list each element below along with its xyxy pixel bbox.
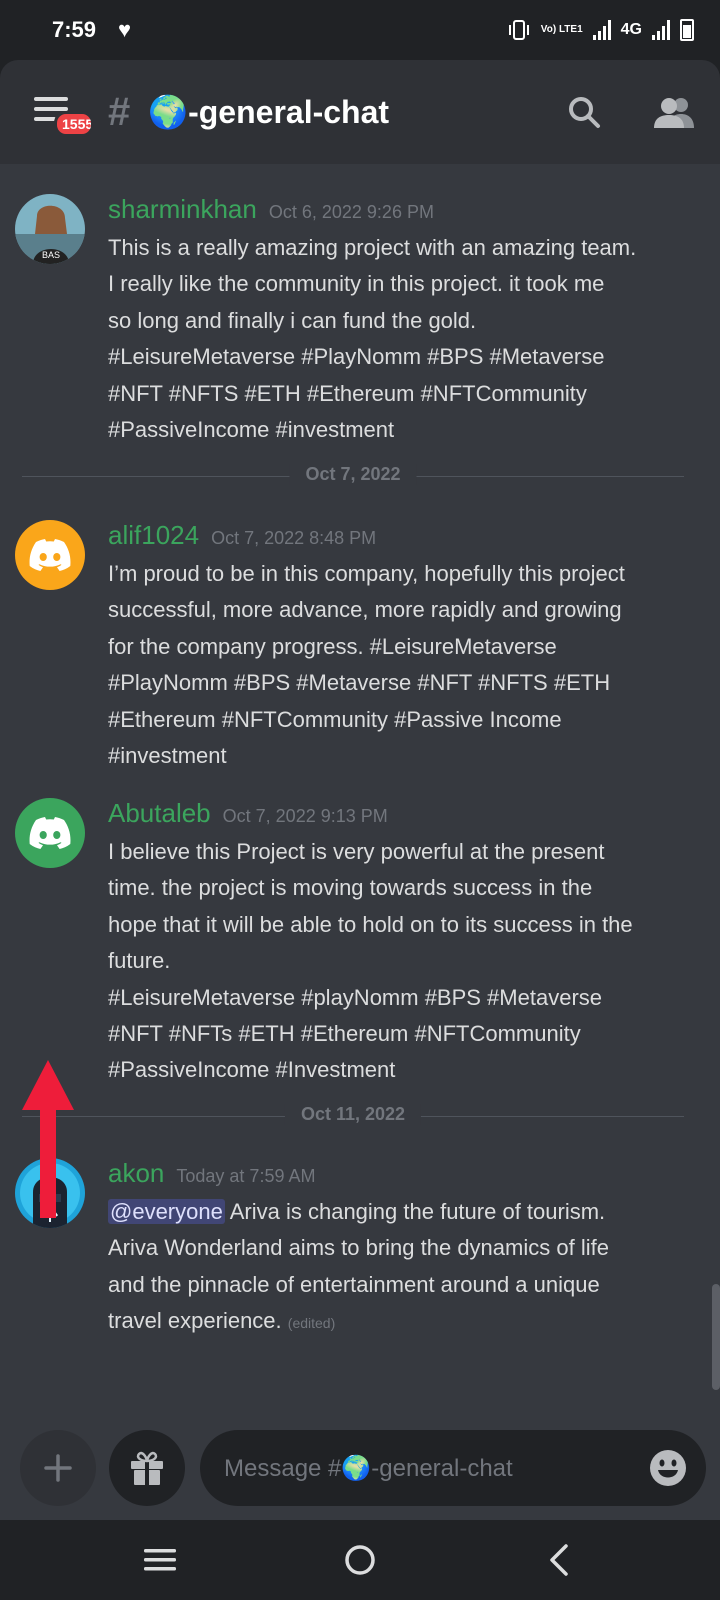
message-content: I believe this Project is very powerful … (108, 834, 702, 1089)
date-divider-label: Oct 7, 2022 (289, 464, 417, 485)
message-line: @everyone Ariva is changing the future o… (108, 1194, 702, 1230)
add-attachment-button[interactable] (20, 1430, 96, 1506)
edited-label: (edited) (287, 1315, 336, 1332)
message-line: This is a really amazing project with an… (108, 235, 637, 260)
red-arrow-annotation (22, 1060, 74, 1218)
message-text: Ariva is changing the future of tourism. (224, 1199, 606, 1224)
message-line: travel experience. (edited) (108, 1303, 702, 1341)
status-icons: Vo) LTE1 4G (507, 19, 694, 41)
message-line: I believe this Project is very powerful … (108, 839, 605, 864)
everyone-mention[interactable]: @everyone (108, 1199, 225, 1224)
members-icon (654, 98, 694, 128)
user-photo-avatar: BAS (15, 194, 85, 264)
message-line: for the company progress. #LeisureMetave… (108, 633, 557, 659)
avatar[interactable] (15, 520, 85, 590)
message-list[interactable]: BAS sharminkhan Oct 6, 2022 9:26 PM This… (0, 164, 720, 1416)
menu-icon (34, 97, 68, 101)
message-line: hope that it will be able to hold on to … (108, 911, 633, 937)
message-content: This is a really amazing project with an… (108, 230, 702, 448)
message-line: and the pinnacle of entertainment around… (108, 1271, 600, 1297)
plus-icon (44, 1454, 72, 1482)
date-divider: Oct 7, 2022 (22, 464, 684, 485)
volte-indicator: Vo) LTE1 (540, 24, 583, 35)
heart-icon: ♥ (118, 17, 132, 42)
message-line: Ariva Wonderland aims to bring the dynam… (108, 1235, 609, 1261)
message-content: @everyone Ariva is changing the future o… (108, 1194, 702, 1342)
status-time: 7:59 (52, 17, 97, 42)
channel-hash-icon: # (108, 89, 131, 134)
signal-icon-2 (652, 20, 670, 40)
message-line: so long and finally i can fund the gold. (108, 307, 477, 333)
network-type: 4G (620, 21, 642, 38)
battery-icon (680, 19, 694, 41)
message-line: #NFT #NFTs #ETH #Ethereum #NFTCommunity (108, 1021, 581, 1047)
message-line: #LeisureMetaverse #PlayNomm #BPS #Metave… (108, 344, 605, 370)
recent-apps-button[interactable] (130, 1530, 190, 1590)
date-divider-label: Oct 11, 2022 (284, 1104, 422, 1125)
message-line: time. the project is moving towards succ… (108, 875, 593, 901)
message-content: I’m proud to be in this company, hopeful… (108, 556, 702, 774)
message-line: successful, more advance, more rapidly a… (108, 597, 622, 623)
back-icon (550, 1544, 568, 1576)
search-button[interactable] (564, 92, 604, 132)
username[interactable]: alif1024 (108, 520, 199, 551)
menu-button[interactable]: 1555 (34, 97, 94, 137)
message-line: #Ethereum #NFTCommunity #Passive Income (108, 706, 562, 732)
message-line: #PassiveIncome #investment (108, 417, 395, 443)
home-icon (345, 1545, 375, 1575)
message-line: #NFT #NFTS #ETH #Ethereum #NFTCommunity (108, 380, 587, 406)
signal-icon (592, 20, 611, 40)
search-icon (569, 97, 600, 128)
username[interactable]: sharminkhan (108, 194, 257, 225)
vibrate-icon (508, 20, 529, 40)
channel-title: 🌍-general-chat (148, 94, 390, 130)
message-line: #LeisureMetaverse #playNomm #BPS #Metave… (108, 984, 603, 1010)
discord-logo-icon (29, 817, 71, 849)
message-line: I’m proud to be in this company, hopeful… (108, 561, 625, 586)
svg-text:BAS: BAS (42, 250, 60, 260)
discord-logo-icon (29, 539, 71, 571)
message-text: travel experience. (108, 1308, 282, 1334)
emoji-icon[interactable] (648, 1448, 688, 1488)
message-line: #investment (108, 743, 227, 769)
status-bar: 7:59 ♥ Vo) LTE1 4G (0, 0, 720, 60)
message-line: #PlayNomm #BPS #Metaverse #NFT #NFTS #ET… (108, 670, 611, 696)
message-line: I really like the community in this proj… (108, 271, 605, 297)
username[interactable]: akon (108, 1158, 164, 1189)
gift-button[interactable] (109, 1430, 185, 1506)
timestamp: Oct 6, 2022 9:26 PM (268, 202, 434, 222)
timestamp: Today at 7:59 AM (176, 1166, 316, 1186)
date-divider: Oct 11, 2022 (22, 1104, 684, 1125)
avatar[interactable] (15, 798, 85, 868)
message-input-placeholder: Message #🌍-general-chat (224, 1454, 513, 1482)
notification-badge: 1555 (54, 111, 94, 137)
message-composer: Message #🌍-general-chat (0, 1416, 720, 1520)
message-line: #PassiveIncome #Investment (108, 1057, 396, 1083)
message-input[interactable]: Message #🌍-general-chat (200, 1430, 706, 1506)
members-button[interactable] (654, 92, 694, 132)
timestamp: Oct 7, 2022 9:13 PM (222, 806, 388, 826)
system-nav-bar (0, 1520, 720, 1600)
recent-apps-icon (144, 1549, 176, 1571)
scrollbar-thumb[interactable] (712, 1284, 720, 1390)
back-button[interactable] (530, 1530, 590, 1590)
menu-icon-bar (34, 117, 56, 121)
message-line: future. (108, 948, 171, 974)
channel-header: 1555 # 🌍-general-chat (0, 60, 720, 164)
avatar[interactable]: BAS (15, 194, 85, 264)
username[interactable]: Abutaleb (108, 798, 211, 829)
timestamp: Oct 7, 2022 8:48 PM (211, 528, 377, 548)
gift-icon (131, 1451, 163, 1485)
home-button[interactable] (330, 1530, 390, 1590)
